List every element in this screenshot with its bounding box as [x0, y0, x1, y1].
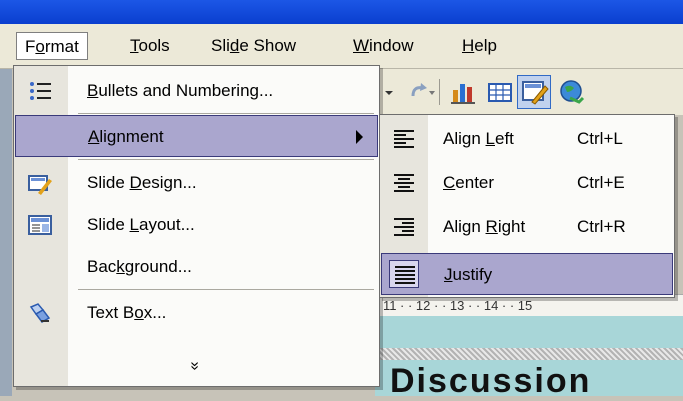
slide-pane-edge	[0, 69, 12, 396]
align-left-icon	[394, 130, 414, 148]
menu-item-background[interactable]: Background...	[15, 246, 378, 288]
redo-icon[interactable]	[405, 78, 435, 106]
text-box-icon	[29, 303, 51, 323]
shortcut-label: Ctrl+L	[577, 129, 623, 148]
access-key: k	[116, 257, 125, 276]
access-key: B	[87, 81, 99, 100]
globe-icon[interactable]	[557, 78, 587, 106]
placeholder-border	[375, 348, 683, 360]
access-key: T	[130, 36, 139, 55]
menu-item-label: Alignment	[88, 127, 164, 146]
menu-window[interactable]: Window	[345, 32, 421, 60]
submenu-item-align-right[interactable]: Align Right Ctrl+R	[381, 206, 673, 248]
expand-menu-chevron-icon[interactable]: »	[182, 362, 206, 371]
menu-item-label: Text Box...	[87, 303, 167, 322]
menu-item-bullets-numbering[interactable]: Bullets and Numbering...	[15, 70, 378, 112]
submenu-item-align-left[interactable]: Align Left Ctrl+L	[381, 118, 673, 160]
menu-tools-label: Tools	[130, 36, 170, 55]
menu-window-label: Window	[353, 36, 414, 55]
justify-icon	[395, 266, 415, 284]
shortcut-label: Ctrl+E	[577, 173, 625, 192]
menu-help[interactable]: Help	[454, 32, 505, 60]
menu-slide-show-label: Slide Show	[211, 36, 297, 55]
menu-tools[interactable]: Tools	[122, 32, 178, 60]
access-key: A	[88, 127, 100, 146]
menu-separator	[78, 159, 374, 160]
format-menu: Bullets and Numbering... Alignment Slide…	[13, 65, 380, 387]
access-key: J	[444, 265, 453, 284]
insert-chart-icon[interactable]	[449, 78, 479, 106]
design-button[interactable]	[517, 75, 551, 109]
menu-help-label: Help	[462, 36, 497, 55]
menu-slide-show[interactable]: Slide Show	[203, 32, 304, 60]
menu-item-label: Slide Layout...	[87, 215, 195, 234]
insert-table-icon[interactable]	[485, 78, 515, 106]
title-bar	[0, 0, 683, 24]
shortcut-label: Ctrl+R	[577, 217, 626, 236]
access-key: W	[353, 36, 370, 55]
undo-dropdown-icon[interactable]	[379, 78, 399, 106]
menu-item-label: Slide Design...	[87, 173, 197, 192]
menu-item-slide-design[interactable]: Slide Design...	[15, 162, 378, 204]
access-key: R	[485, 217, 498, 236]
menu-item-slide-layout[interactable]: Slide Layout...	[15, 204, 378, 246]
access-key: d	[229, 36, 240, 55]
submenu-item-label: Justify	[444, 265, 493, 284]
access-key: L	[129, 215, 139, 234]
menu-item-text-box[interactable]: Text Box...	[15, 292, 378, 334]
slide-layout-icon	[28, 215, 52, 235]
align-center-icon	[394, 174, 414, 192]
slide-design-toolbar-icon	[522, 81, 549, 105]
slide-title-text[interactable]: Discussion	[390, 362, 591, 401]
slide-design-icon	[28, 175, 52, 195]
align-right-icon	[394, 218, 414, 236]
access-key: o	[35, 37, 45, 56]
submenu-item-center[interactable]: Center Ctrl+E	[381, 162, 673, 204]
access-key: H	[462, 36, 475, 55]
menu-bar: Format Tools Slide Show Window Help	[0, 24, 683, 69]
menu-item-alignment[interactable]: Alignment	[15, 115, 378, 157]
access-key: L	[485, 129, 495, 148]
menu-separator	[78, 289, 374, 290]
submenu-arrow-icon	[356, 130, 363, 144]
standard-toolbar	[375, 69, 683, 115]
bullets-icon	[30, 82, 51, 100]
toolbar-separator	[439, 79, 440, 105]
submenu-item-label: Align Right	[443, 217, 526, 236]
alignment-submenu: Align Left Ctrl+L Center Ctrl+E Align Ri…	[379, 114, 675, 298]
access-key: D	[129, 173, 142, 192]
menu-item-label: Bullets and Numbering...	[87, 81, 274, 100]
access-key: o	[134, 303, 144, 322]
menu-item-label: Background...	[87, 257, 192, 276]
access-key: C	[443, 173, 456, 192]
menu-format[interactable]: Format	[16, 32, 88, 60]
menu-separator	[78, 113, 374, 114]
menu-format-label: Format	[25, 37, 79, 56]
submenu-item-label: Align Left	[443, 129, 514, 148]
submenu-item-label: Center	[443, 173, 495, 192]
submenu-item-justify[interactable]: Justify	[381, 253, 673, 295]
